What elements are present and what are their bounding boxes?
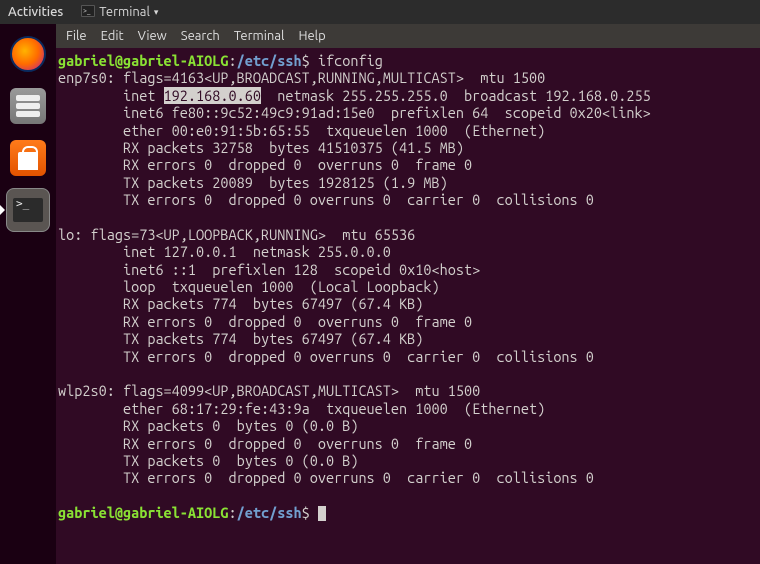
out-line-15: RX errors 0 dropped 0 overruns 0 frame 0	[58, 313, 472, 330]
terminal-small-icon: >_	[81, 5, 95, 20]
launcher-dock: >_	[0, 24, 56, 564]
out-line-10: lo: flags=73<UP,LOOPBACK,RUNNING> mtu 65…	[58, 226, 415, 243]
out-line-17: TX errors 0 dropped 0 overruns 0 carrier…	[58, 348, 594, 365]
app-indicator-label: Terminal	[99, 5, 150, 19]
menu-file[interactable]: File	[66, 29, 87, 43]
cursor	[318, 506, 326, 521]
firefox-icon	[10, 36, 46, 72]
prompt-dollar: $	[302, 52, 310, 69]
svg-text:>_: >_	[83, 7, 91, 15]
menu-help[interactable]: Help	[298, 29, 325, 43]
software-icon	[10, 140, 46, 176]
out-line-24: TX errors 0 dropped 0 overruns 0 carrier…	[58, 469, 594, 486]
launcher-software[interactable]	[6, 136, 50, 180]
out-line-20: ether 68:17:29:fe:43:9a txqueuelen 1000 …	[58, 400, 545, 417]
menu-search[interactable]: Search	[181, 29, 220, 43]
activities-button[interactable]: Activities	[8, 5, 63, 19]
prompt-colon: :	[229, 52, 237, 69]
out-line-6: RX errors 0 dropped 0 overruns 0 frame 0	[58, 156, 472, 173]
out-line-16: TX packets 774 bytes 67497 (67.4 KB)	[58, 330, 423, 347]
out-line-21: RX packets 0 bytes 0 (0.0 B)	[58, 417, 358, 434]
out-line-3: inet6 fe80::9c52:49c9:91ad:15e0 prefixle…	[58, 104, 651, 121]
prompt-path-2: /etc/ssh	[237, 504, 302, 521]
out-line-14: RX packets 774 bytes 67497 (67.4 KB)	[58, 295, 423, 312]
out-line-11: inet 127.0.0.1 netmask 255.0.0.0	[58, 243, 391, 260]
menu-view[interactable]: View	[138, 29, 167, 43]
launcher-firefox[interactable]	[6, 32, 50, 76]
highlighted-ip: 192.168.0.60	[164, 87, 261, 104]
chevron-down-icon: ▾	[154, 7, 159, 18]
app-indicator[interactable]: >_ Terminal ▾	[81, 5, 158, 20]
out-line-12: inet6 ::1 prefixlen 128 scopeid 0x10<hos…	[58, 261, 480, 278]
menu-terminal[interactable]: Terminal	[234, 29, 285, 43]
prompt-path: /etc/ssh	[237, 52, 302, 69]
prompt-user-2: gabriel@gabriel-AIOLG	[58, 504, 229, 521]
launcher-terminal[interactable]: >_	[6, 188, 50, 232]
out-line-8: TX errors 0 dropped 0 overruns 0 carrier…	[58, 191, 594, 208]
out-line-1a: inet	[58, 87, 164, 104]
window-menubar: File Edit View Search Terminal Help	[56, 24, 760, 48]
out-line-23: TX packets 0 bytes 0 (0.0 B)	[58, 452, 358, 469]
out-line-19: wlp2s0: flags=4099<UP,BROADCAST,MULTICAS…	[58, 382, 480, 399]
terminal-output[interactable]: gabriel@gabriel-AIOLG:/etc/ssh$ ifconfig…	[56, 48, 760, 564]
files-icon	[10, 88, 46, 124]
command-text: ifconfig	[310, 52, 383, 69]
top-panel: Activities >_ Terminal ▾	[0, 0, 760, 24]
prompt-user: gabriel@gabriel-AIOLG	[58, 52, 229, 69]
menu-edit[interactable]: Edit	[101, 29, 124, 43]
out-line-13: loop txqueuelen 1000 (Local Loopback)	[58, 278, 440, 295]
out-line-4: ether 00:e0:91:5b:65:55 txqueuelen 1000 …	[58, 122, 545, 139]
out-line-5: RX packets 32758 bytes 41510375 (41.5 MB…	[58, 139, 464, 156]
terminal-icon: >_	[6, 188, 50, 232]
out-line-22: RX errors 0 dropped 0 overruns 0 frame 0	[58, 435, 472, 452]
out-line-7: TX packets 20089 bytes 1928125 (1.9 MB)	[58, 174, 448, 191]
launcher-files[interactable]	[6, 84, 50, 128]
out-line-1b: netmask 255.255.255.0 broadcast 192.168.…	[261, 87, 651, 104]
out-line-0: enp7s0: flags=4163<UP,BROADCAST,RUNNING,…	[58, 69, 545, 86]
